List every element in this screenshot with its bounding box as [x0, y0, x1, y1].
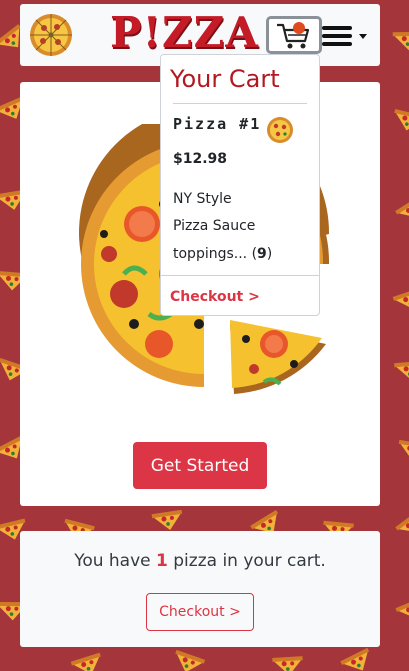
cart-dropdown-title: Your Cart: [170, 65, 280, 93]
background-pizza-slice: [170, 649, 206, 671]
get-started-button[interactable]: Get Started: [133, 442, 267, 489]
cart-item-toppings: toppings... (9): [173, 246, 272, 262]
cart-summary-prefix: You have: [74, 551, 157, 571]
background-pizza-slice: [340, 647, 374, 671]
toppings-close: ): [266, 246, 273, 262]
pizza-thumbnail-icon: [267, 117, 293, 143]
background-pizza-slice: [395, 439, 409, 467]
dropdown-checkout-link[interactable]: Checkout >: [170, 289, 260, 305]
background-pizza-slice: [390, 109, 409, 137]
shopping-cart-icon: [277, 22, 310, 49]
checkout-button[interactable]: Checkout >: [146, 593, 254, 631]
cart-button[interactable]: [266, 16, 322, 54]
background-pizza-slice: [395, 509, 409, 542]
cart-item-name[interactable]: Pizza #1: [173, 115, 261, 133]
background-pizza-slice: [395, 596, 409, 627]
toppings-label: toppings... (: [173, 246, 258, 262]
background-pizza-slice: [395, 194, 409, 227]
cart-item-style: NY Style: [173, 191, 232, 207]
background-pizza-slice: [70, 652, 104, 671]
cart-item-price: $12.98: [173, 151, 228, 167]
pizza-logo-icon[interactable]: [29, 13, 73, 57]
caret-down-icon: [359, 34, 367, 39]
brand-wordmark[interactable]: P!ZZA: [110, 8, 259, 57]
cart-summary-card: You have 1 pizza in your cart. Checkout …: [20, 531, 380, 647]
cart-summary-text: You have 1 pizza in your cart.: [20, 551, 380, 571]
divider: [161, 275, 319, 276]
cart-item-sauce: Pizza Sauce: [173, 218, 256, 234]
divider: [173, 103, 307, 104]
background-pizza-slice: [392, 360, 409, 387]
cart-count: 1: [156, 551, 168, 571]
background-pizza-slice: [270, 655, 304, 671]
background-pizza-slice: [392, 287, 409, 317]
hamburger-menu-icon[interactable]: [322, 22, 370, 52]
cart-summary-suffix: pizza in your cart.: [167, 551, 326, 571]
background-pizza-slice: [390, 30, 409, 57]
toppings-count: 9: [257, 246, 267, 262]
cart-dropdown: Your Cart Pizza #1 $12.98 NY Style Pizza…: [160, 54, 320, 316]
